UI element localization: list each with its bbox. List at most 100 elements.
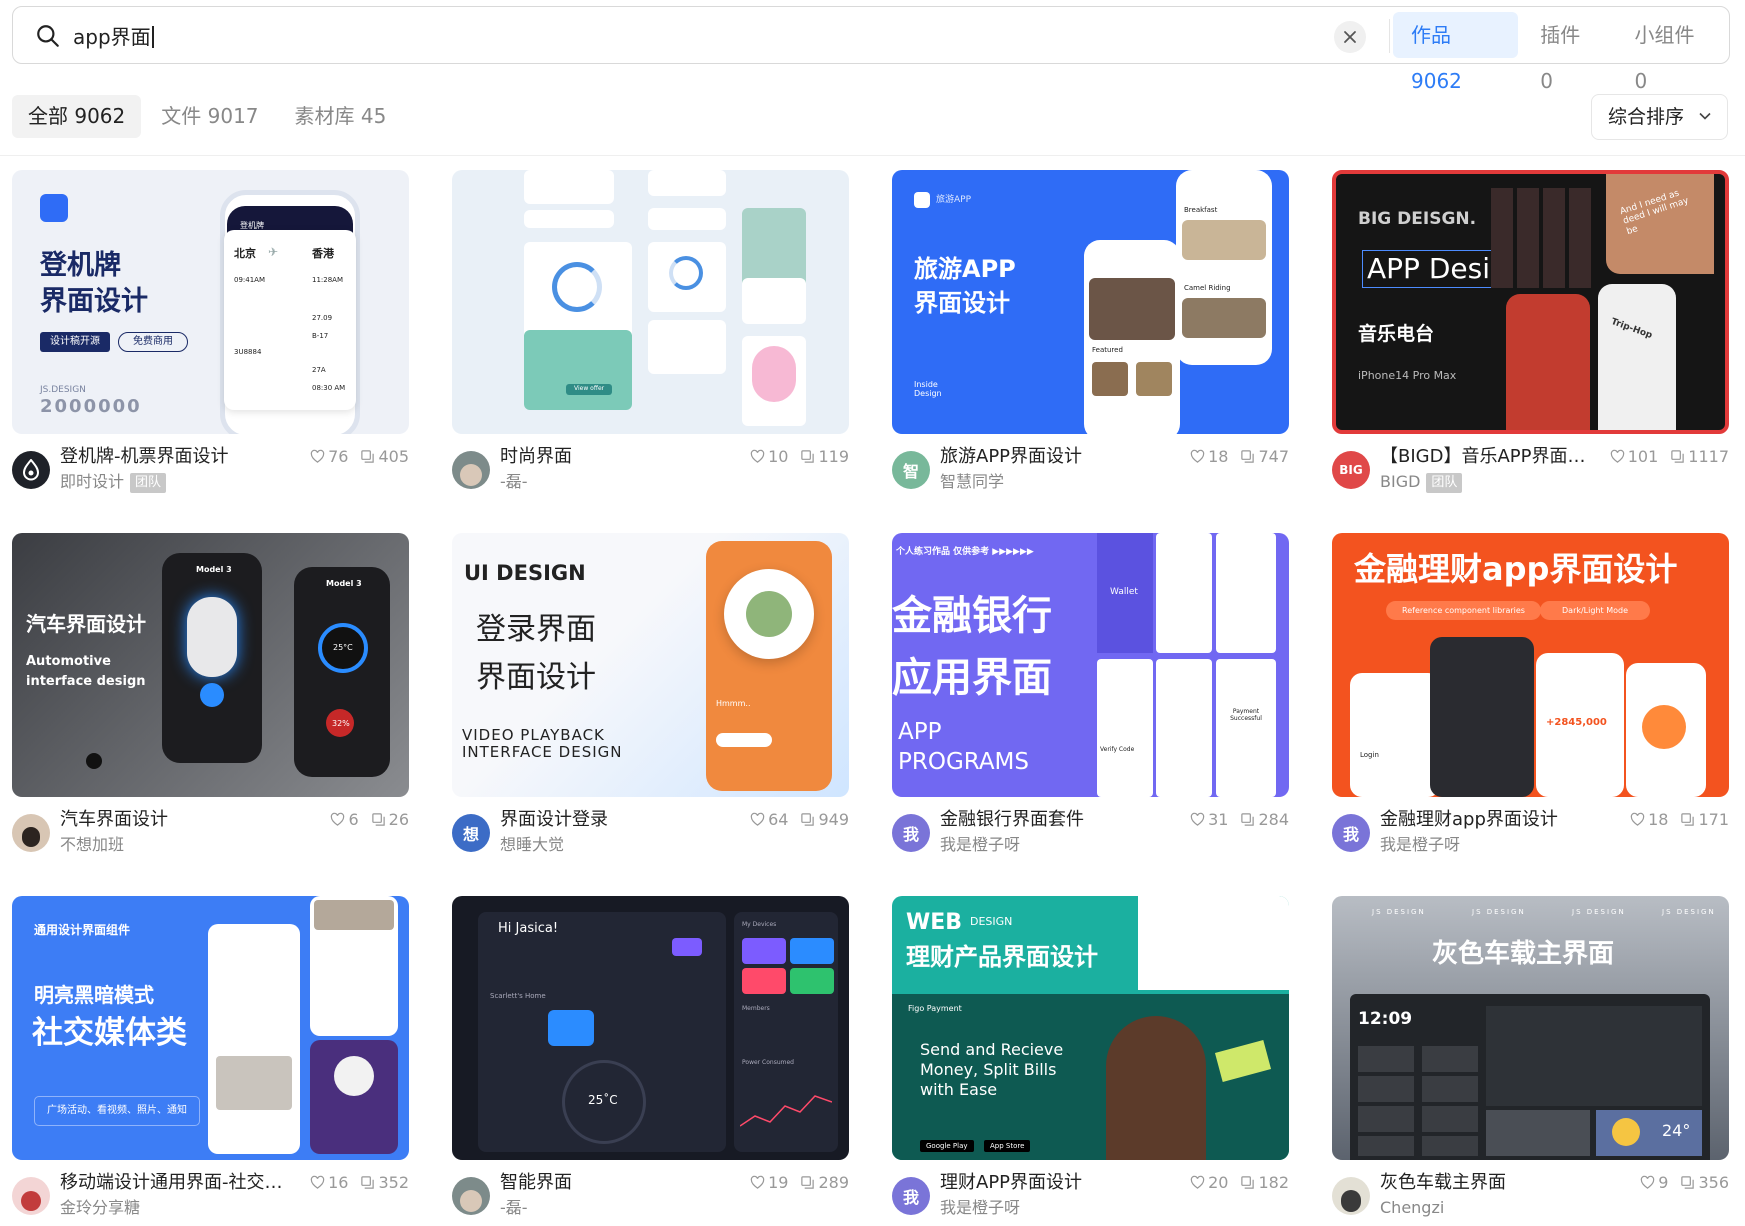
result-card[interactable]: JS DESIGN JS DESIGN JS DESIGN JS DESIGN … <box>1332 896 1729 1226</box>
result-card[interactable]: 汽车界面设计 Automotive interface design Model… <box>12 533 409 863</box>
card-thumbnail[interactable]: BIG DEISGN. APP Design 音乐电台 iPhone14 Pro… <box>1332 170 1729 434</box>
filter-all[interactable]: 全部 9062 <box>12 95 142 138</box>
avatar[interactable]: 我 <box>1332 814 1370 852</box>
card-thumbnail[interactable]: 金融理财app界面设计 Reference component librarie… <box>1332 533 1729 797</box>
result-card[interactable]: BIG DEISGN. APP Design 音乐电台 iPhone14 Pro… <box>1332 170 1729 500</box>
copy-count: 1117 <box>1688 447 1729 466</box>
avatar[interactable]: 我 <box>892 814 930 852</box>
tab-works[interactable]: 作品 9062 <box>1393 12 1519 93</box>
card-stats: 76 405 <box>310 447 409 466</box>
card-title[interactable]: 金融理财app界面设计 <box>1380 808 1615 832</box>
avatar[interactable] <box>12 814 50 852</box>
result-card[interactable]: 通用设计界面组件 明亮黑暗模式 社交媒体类 广场活动、看视频、照片、通知 移动端… <box>12 896 409 1226</box>
author-name[interactable]: Chengzi <box>1380 1197 1444 1219</box>
avatar[interactable]: 想 <box>452 814 490 852</box>
thumb-tag: 通用设计界面组件 <box>34 923 131 937</box>
author-name[interactable]: 金玲分享糖 <box>60 1197 140 1219</box>
thumb-title: 界面设计 <box>914 289 1010 317</box>
card-thumbnail[interactable]: 汽车界面设计 Automotive interface design Model… <box>12 533 409 797</box>
avatar[interactable] <box>1332 1177 1370 1215</box>
card-thumbnail[interactable]: View offer <box>452 170 849 434</box>
author-name[interactable]: 我是橙子呀 <box>940 834 1020 856</box>
author-name[interactable]: 智慧同学 <box>940 471 1004 493</box>
search-input[interactable]: app界面 <box>73 24 154 50</box>
card-thumbnail[interactable]: JS DESIGN JS DESIGN JS DESIGN JS DESIGN … <box>1332 896 1729 1160</box>
card-stats: 18 171 <box>1630 810 1729 829</box>
heart-icon <box>750 812 765 827</box>
thumb-title: 理财产品界面设计 <box>906 943 1098 971</box>
avatar[interactable]: 我 <box>892 1177 930 1215</box>
sort-dropdown[interactable]: 综合排序 <box>1591 94 1728 140</box>
author-name[interactable]: 我是橙子呀 <box>940 1197 1020 1219</box>
ticket-value: 08:30 AM <box>312 384 346 392</box>
author-name[interactable]: 即时设计 团队 <box>60 471 167 493</box>
result-card[interactable]: View offer 时尚界面 -磊- 10 119 <box>452 170 849 500</box>
heart-icon <box>1610 449 1625 464</box>
filter-libraries[interactable]: 素材库 45 <box>279 95 403 138</box>
filter-files[interactable]: 文件 9017 <box>145 95 274 138</box>
card-title[interactable]: 智能界面 <box>500 1171 735 1195</box>
card-title[interactable]: 登机牌-机票界面设计 <box>60 445 295 469</box>
card-title[interactable]: 灰色车载主界面 <box>1380 1171 1615 1195</box>
author-name[interactable]: -磊- <box>500 1197 528 1219</box>
card-thumbnail[interactable]: 通用设计界面组件 明亮黑暗模式 社交媒体类 广场活动、看视频、照片、通知 <box>12 896 409 1160</box>
avatar[interactable] <box>12 1177 50 1215</box>
card-thumbnail[interactable]: UI DESIGN 登录界面 界面设计 VIDEO PLAYBACK INTER… <box>452 533 849 797</box>
card-title[interactable]: 理财APP界面设计 <box>940 1171 1175 1195</box>
author-label: 想睡大觉 <box>500 835 565 854</box>
tab-plugins[interactable]: 插件 0 <box>1522 12 1612 93</box>
author-name[interactable]: BIGD 团队 <box>1380 471 1463 493</box>
photo <box>314 900 394 930</box>
card-thumbnail[interactable]: 个人练习作品 仅供参考 ▶▶▶▶▶▶ 金融银行 应用界面 APP PROGRAM… <box>892 533 1289 797</box>
avatar-initial: 我 <box>902 825 919 844</box>
card-thumbnail[interactable]: Hi Jasica! Scarlett's Home 25˚C My Devic… <box>452 896 849 1160</box>
card-title[interactable]: 汽车界面设计 <box>60 808 295 832</box>
avatar[interactable] <box>452 1177 490 1215</box>
thumb-brand-number: 2000000 <box>40 396 142 417</box>
avatar-initial: BIG <box>1339 463 1363 477</box>
result-card[interactable]: 登机牌 界面设计 设计稿开源 免费商用 JS.DESIGN 2000000 登机… <box>12 170 409 500</box>
avatar[interactable]: BIG <box>1332 451 1370 489</box>
card-stats: 9 356 <box>1640 1173 1729 1192</box>
author-name[interactable]: 我是橙子呀 <box>1380 834 1460 856</box>
tab-widgets[interactable]: 小组件 0 <box>1616 12 1725 93</box>
author-label: 我是橙子呀 <box>940 1198 1021 1217</box>
app-logo-icon <box>914 192 930 208</box>
brand-drop-icon <box>22 459 40 481</box>
thumb-title: 灰色车载主界面 <box>1432 939 1615 969</box>
copy-count: 284 <box>1258 810 1289 829</box>
author-name[interactable]: -磊- <box>500 471 528 493</box>
avatar[interactable] <box>452 451 490 489</box>
result-card[interactable]: WEB DESIGN 理财产品界面设计 Figo Payment Send an… <box>892 896 1289 1226</box>
clear-search-button[interactable] <box>1334 21 1366 53</box>
card-title[interactable]: 金融银行界面套件 <box>940 808 1175 832</box>
card-title[interactable]: 旅游APP界面设计 <box>940 445 1175 469</box>
author-name[interactable]: 想睡大觉 <box>500 834 564 856</box>
result-card[interactable]: Hi Jasica! Scarlett's Home 25˚C My Devic… <box>452 896 849 1226</box>
card-title[interactable]: 时尚界面 <box>500 445 735 469</box>
card-title[interactable]: 移动端设计通用界面-社交媒体类 <box>60 1171 295 1195</box>
text-caret <box>151 26 154 48</box>
thumb-subtitle: VIDEO PLAYBACK <box>462 726 605 744</box>
sort-label: 综合排序 <box>1608 106 1685 128</box>
result-card[interactable]: 金融理财app界面设计 Reference component librarie… <box>1332 533 1729 863</box>
tab-label: 作品 <box>1411 23 1451 47</box>
result-card[interactable]: 旅游APP 旅游APP 界面设计 Inside Design Featured … <box>892 170 1289 500</box>
author-name[interactable]: 不想加班 <box>60 834 124 856</box>
thumb-brand: JS DESIGN <box>1662 908 1716 916</box>
card-thumbnail[interactable]: WEB DESIGN 理财产品界面设计 Figo Payment Send an… <box>892 896 1289 1160</box>
result-card[interactable]: UI DESIGN 登录界面 界面设计 VIDEO PLAYBACK INTER… <box>452 533 849 863</box>
card-title[interactable]: 【BIGD】音乐APP界面设计 <box>1380 445 1590 469</box>
card-thumbnail[interactable]: 登机牌 界面设计 设计稿开源 免费商用 JS.DESIGN 2000000 登机… <box>12 170 409 434</box>
to-city: 香港 <box>312 247 334 260</box>
control-buttons <box>1358 1046 1414 1156</box>
result-card[interactable]: 个人练习作品 仅供参考 ▶▶▶▶▶▶ 金融银行 应用界面 APP PROGRAM… <box>892 533 1289 863</box>
heart-icon <box>1190 1175 1205 1190</box>
filter-count: 9017 <box>207 104 259 128</box>
avatar[interactable]: 智 <box>892 451 930 489</box>
card-thumbnail[interactable]: 旅游APP 旅游APP 界面设计 Inside Design Featured … <box>892 170 1289 434</box>
mockup-panel <box>1138 896 1289 990</box>
card-title[interactable]: 界面设计登录 <box>500 808 735 832</box>
avatar[interactable] <box>12 451 50 489</box>
copy-count: 747 <box>1258 447 1289 466</box>
